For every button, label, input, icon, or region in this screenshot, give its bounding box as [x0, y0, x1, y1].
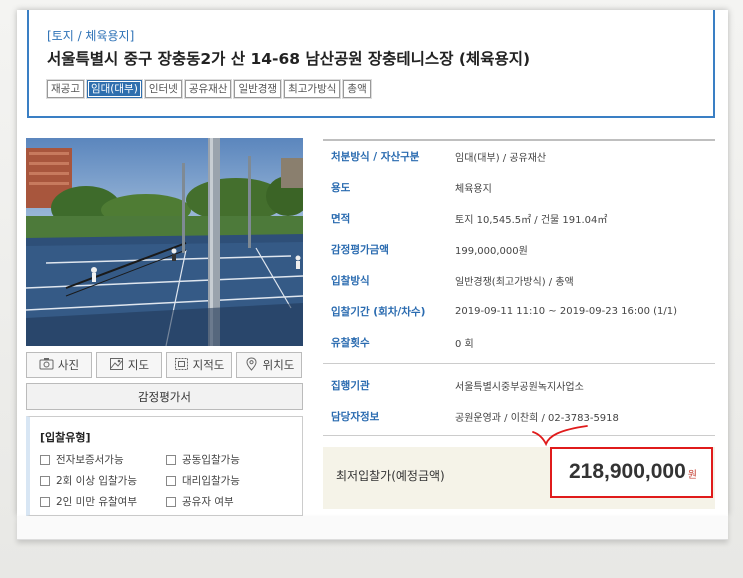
info-value: 임대(대부) / 공유재산	[455, 153, 547, 164]
info-value: 일반경쟁(최고가방식) / 총액	[455, 277, 574, 288]
location-pin-icon	[244, 356, 259, 374]
info-label: 입찰방식	[331, 275, 370, 287]
bid-option-label: 2회 이상 입찰가능	[56, 475, 137, 487]
info-row-agency: 집행기관 서울특별시중부공원녹지사업소	[323, 370, 715, 401]
price-unit: 원	[687, 470, 697, 481]
info-label: 면적	[331, 213, 351, 225]
tag-internet: 인터넷	[144, 80, 182, 98]
map-button[interactable]: 지도	[96, 352, 162, 378]
listing-tags: 재공고 임대(대부) 인터넷 공유재산 일반경쟁 최고가방식 총액	[47, 80, 371, 98]
red-check-mark-annotation	[532, 425, 588, 447]
info-label: 유찰횟수	[331, 337, 370, 349]
info-value: 서울특별시중부공원녹지사업소	[455, 382, 584, 393]
tag-highest-bid: 최고가방식	[284, 80, 341, 98]
checkbox	[40, 496, 50, 507]
map-button-label: 지도	[127, 358, 150, 372]
cadastral-map-icon	[174, 357, 189, 374]
camera-icon	[39, 357, 54, 374]
listing-category: [토지 / 체육용지]	[47, 29, 135, 43]
bid-option-multiple: 2회 이상 입찰가능	[40, 473, 166, 488]
divider	[323, 435, 715, 436]
tag-lease: 임대(대부)	[86, 80, 142, 98]
map-icon	[109, 357, 124, 374]
minimum-bid-price-highlight: 218,900,000 원	[550, 447, 713, 498]
bid-option-joint: 공동입찰가능	[166, 452, 286, 467]
checkbox	[40, 454, 50, 465]
info-label: 담당자정보	[331, 411, 380, 423]
info-label: 집행기관	[331, 380, 370, 392]
divider	[323, 363, 715, 364]
bid-option-label: 2인 미만 유찰여부	[56, 496, 137, 508]
tag-open-competition: 일반경쟁	[234, 80, 282, 98]
photo-button[interactable]: 사진	[26, 352, 92, 378]
bid-option-label: 전자보증서가능	[56, 454, 124, 466]
bid-option-co-owner: 공유자 여부	[166, 494, 286, 509]
location-map-button-label: 위치도	[262, 358, 295, 372]
info-row-disposal: 처분방식 / 자산구분 임대(대부) / 공유재산	[323, 141, 715, 172]
info-row-bid-period: 입찰기간 (회차/차수) 2019-09-11 11:10 ~ 2019-09-…	[323, 296, 715, 327]
property-info-table: 처분방식 / 자산구분 임대(대부) / 공유재산 용도 체육용지 면적 토지 …	[323, 139, 715, 436]
bid-type-panel: [입찰유형] 전자보증서가능 공동입찰가능 2회 이상 입찰가능 대리입찰가능 …	[26, 416, 303, 516]
info-label: 처분방식 / 자산구분	[331, 151, 420, 163]
bid-type-title: [입찰유형]	[40, 431, 91, 444]
checkbox	[40, 475, 50, 486]
info-row-area: 면적 토지 10,545.5㎡ / 건물 191.04㎡	[323, 203, 715, 234]
bid-option-label: 공유자 여부	[182, 496, 234, 508]
minimum-bid-price-panel: 최저입찰가(예정금액) 218,900,000 원	[323, 447, 715, 509]
info-value: 체육용지	[455, 184, 492, 195]
info-value: 토지 10,545.5㎡ / 건물 191.04㎡	[455, 215, 608, 226]
bid-option-label: 공동입찰가능	[182, 454, 240, 466]
info-value: 0 회	[455, 339, 474, 350]
info-value: 2019-09-11 11:10 ~ 2019-09-23 16:00 (1/1…	[455, 306, 678, 317]
info-row-bid-method: 입찰방식 일반경쟁(최고가방식) / 총액	[323, 265, 715, 296]
price-amount: 218,900,000	[569, 460, 686, 483]
info-value: 199,000,000원	[455, 246, 528, 257]
bid-option-proxy: 대리입찰가능	[166, 473, 286, 488]
info-label: 용도	[331, 182, 351, 194]
bid-option-e-guarantee: 전자보증서가능	[40, 452, 166, 467]
info-row-failed-count: 유찰횟수 0 회	[323, 327, 715, 358]
minimum-bid-price-label: 최저입찰가(예정금액)	[336, 469, 445, 483]
info-label: 입찰기간 (회차/차수)	[331, 306, 426, 318]
property-photo[interactable]	[26, 138, 303, 346]
bid-option-label: 대리입찰가능	[182, 475, 240, 487]
info-row-usage: 용도 체육용지	[323, 172, 715, 203]
listing-title: 서울특별시 중구 장충동2가 산 14-68 남산공원 장충테니스장 (체육용지…	[47, 50, 531, 68]
appraisal-report-button[interactable]: 감정평가서	[26, 383, 303, 410]
checkbox	[166, 496, 176, 507]
location-map-button[interactable]: 위치도	[236, 352, 302, 378]
card-bottom-edge	[17, 516, 728, 540]
checkbox	[166, 475, 176, 486]
listing-card: [토지 / 체육용지] 서울특별시 중구 장충동2가 산 14-68 남산공원 …	[17, 10, 728, 516]
info-row-appraisal: 감정평가금액 199,000,000원	[323, 234, 715, 265]
listing-header: [토지 / 체육용지] 서울특별시 중구 장충동2가 산 14-68 남산공원 …	[27, 10, 715, 118]
bid-option-fail-under-two: 2인 미만 유찰여부	[40, 494, 166, 509]
info-row-contact: 담당자정보 공원운영과 / 이찬희 / 02-3783-5918	[323, 401, 715, 432]
minimum-bid-price: 218,900,000 원	[569, 460, 697, 484]
photo-view-buttons: 사진 지도 지적도 위치도	[26, 352, 302, 378]
info-label: 감정평가금액	[331, 244, 389, 256]
cadastral-map-button-label: 지적도	[192, 358, 225, 372]
tag-total-amount: 총액	[343, 80, 371, 98]
info-value: 공원운영과 / 이찬희 / 02-3783-5918	[455, 413, 619, 424]
cadastral-map-button[interactable]: 지적도	[166, 352, 232, 378]
checkbox	[166, 454, 176, 465]
tag-re-notice: 재공고	[47, 80, 84, 98]
tag-public-property: 공유재산	[184, 80, 232, 98]
photo-button-label: 사진	[57, 358, 80, 372]
